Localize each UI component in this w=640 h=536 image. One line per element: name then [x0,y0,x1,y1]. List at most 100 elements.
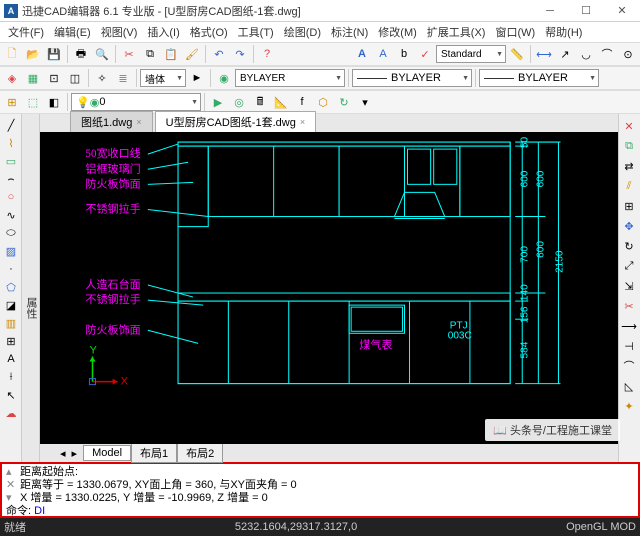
ellipse-icon[interactable]: ⬭ [1,224,21,242]
menu-format[interactable]: 格式(O) [186,22,232,42]
drop-icon[interactable]: ▾ [355,92,375,112]
rotate-icon[interactable]: ↻ [619,236,639,256]
pline-icon[interactable]: ⌇ [1,134,21,152]
text-a-icon[interactable]: A [352,44,372,64]
rect-icon[interactable]: ▭ [1,152,21,170]
help-icon[interactable]: ? [257,44,277,64]
layer-mgr-icon[interactable]: ≣ [113,68,133,88]
explode-icon[interactable]: ✦ [619,396,639,416]
circle-icon[interactable]: ○ [1,188,21,206]
dim-aligned-icon[interactable]: ↗ [555,44,575,64]
layout-model[interactable]: Model [83,445,131,461]
snap-icon[interactable]: ⊡ [44,68,64,88]
tab-next-icon[interactable]: ▸ [72,447,78,460]
dim-linear-icon[interactable]: ⟷ [534,44,554,64]
param-icon[interactable]: f [292,92,312,112]
redo-icon[interactable]: ↷ [230,44,250,64]
refresh-icon[interactable]: ↻ [334,92,354,112]
target-icon[interactable]: ◎ [229,92,249,112]
menu-edit[interactable]: 编辑(E) [50,22,95,42]
layout-2[interactable]: 布局2 [177,443,223,463]
style-combo[interactable]: Standard [436,45,506,63]
undo-icon[interactable]: ↶ [209,44,229,64]
new-icon[interactable]: 🗋 [2,44,22,64]
match-icon[interactable]: 🖌 [182,44,202,64]
scale-icon[interactable]: ⤢ [619,256,639,276]
open-icon[interactable]: 📂 [23,44,43,64]
menu-file[interactable]: 文件(F) [4,22,48,42]
maximize-button[interactable]: ☐ [572,2,600,20]
stretch-icon[interactable]: ⇲ [619,276,639,296]
copy-icon[interactable]: ⧉ [140,44,160,64]
point-icon[interactable]: · [1,260,21,278]
menu-window[interactable]: 窗口(W) [491,22,539,42]
move-icon[interactable]: ✥ [619,216,639,236]
trim-icon[interactable]: ✂ [619,296,639,316]
command-window[interactable]: ▴✕▾ 距离起始点: 距离等于 = 1330.0679, XY面上角 = 360… [0,462,640,518]
hatch-icon[interactable]: ▨ [1,242,21,260]
run-icon[interactable]: ▶ [208,92,228,112]
break-icon[interactable]: ⊣ [619,336,639,356]
layer-combo[interactable]: 💡 ◉ 0 [71,93,201,111]
text-format-icon[interactable]: b [394,44,414,64]
fillet-icon[interactable]: ⌒ [619,356,639,376]
measure-icon[interactable]: 📐 [271,92,291,112]
dim-arc-icon[interactable]: ⌒ [597,44,617,64]
menu-modify[interactable]: 修改(M) [374,22,421,42]
tab-prev-icon[interactable]: ◂ [60,447,66,460]
tab-doc1[interactable]: 图纸1.dwg× [70,111,153,132]
layer-icon[interactable]: ◈ [2,68,22,88]
paste-icon[interactable]: 📋 [161,44,181,64]
modify-icon[interactable]: ✧ [92,68,112,88]
close-button[interactable]: ✕ [608,2,636,20]
block-insert-icon[interactable]: ◪ [1,296,21,314]
spline-icon[interactable]: ∿ [1,206,21,224]
zoom-extents-icon[interactable]: ⊞ [2,92,22,112]
minimize-button[interactable]: ─ [536,2,564,20]
dim-radius-icon[interactable]: ⊙ [618,44,638,64]
menu-tools[interactable]: 工具(T) [234,22,278,42]
block-icon[interactable]: ◫ [65,68,85,88]
dim-angular-icon[interactable]: ◡ [576,44,596,64]
menu-help[interactable]: 帮助(H) [541,22,586,42]
grid-icon[interactable]: ▦ [23,68,43,88]
menu-view[interactable]: 视图(V) [97,22,142,42]
region-icon[interactable]: ▥ [1,314,21,332]
copy2-icon[interactable]: ⧉ [619,136,639,156]
lineweight-combo[interactable]: BYLAYER [479,69,599,87]
dim-icon[interactable]: ⟊ [1,368,21,386]
arc-icon[interactable]: ⌢ [1,170,21,188]
preview-icon[interactable]: 🔍 [92,44,112,64]
wall-combo[interactable]: 墙体 [140,69,186,87]
layout-1[interactable]: 布局1 [131,443,177,463]
mirror-icon[interactable]: ⇄ [619,156,639,176]
prop-icon[interactable]: ◉ [214,68,234,88]
property-panel[interactable]: 属性 [22,114,40,462]
print-icon[interactable]: 🖶 [71,44,91,64]
offset-icon[interactable]: ⫽ [619,176,639,196]
zoom-window-icon[interactable]: ⬚ [23,92,43,112]
link-icon[interactable]: ⬡ [313,92,333,112]
close-tab-icon[interactable]: × [300,117,305,127]
array-icon[interactable]: ⊞ [619,196,639,216]
color-combo[interactable]: BYLAYER [235,69,345,87]
menu-dimension[interactable]: 标注(N) [327,22,372,42]
linetype-combo[interactable]: BYLAYER [352,69,472,87]
calc-icon[interactable]: 🖩 [250,92,270,112]
text-icon[interactable]: A [1,350,21,368]
polygon-icon[interactable]: ⬠ [1,278,21,296]
text-a2-icon[interactable]: A [373,44,393,64]
line-icon[interactable]: ╱ [1,116,21,134]
revision-icon[interactable]: ☁ [1,404,21,422]
tab-doc2[interactable]: U型厨房CAD图纸-1套.dwg× [155,111,316,132]
view-icon[interactable]: ◧ [44,92,64,112]
save-icon[interactable]: 💾 [44,44,64,64]
extend-icon[interactable]: ⟶ [619,316,639,336]
menu-extensions[interactable]: 扩展工具(X) [423,22,490,42]
cmd-input[interactable]: DI [34,505,45,517]
table-icon[interactable]: ⊞ [1,332,21,350]
leader-icon[interactable]: ↖ [1,386,21,404]
menu-draw[interactable]: 绘图(D) [280,22,325,42]
spell-icon[interactable]: ✓ [415,44,435,64]
close-tab-icon[interactable]: × [136,117,141,127]
